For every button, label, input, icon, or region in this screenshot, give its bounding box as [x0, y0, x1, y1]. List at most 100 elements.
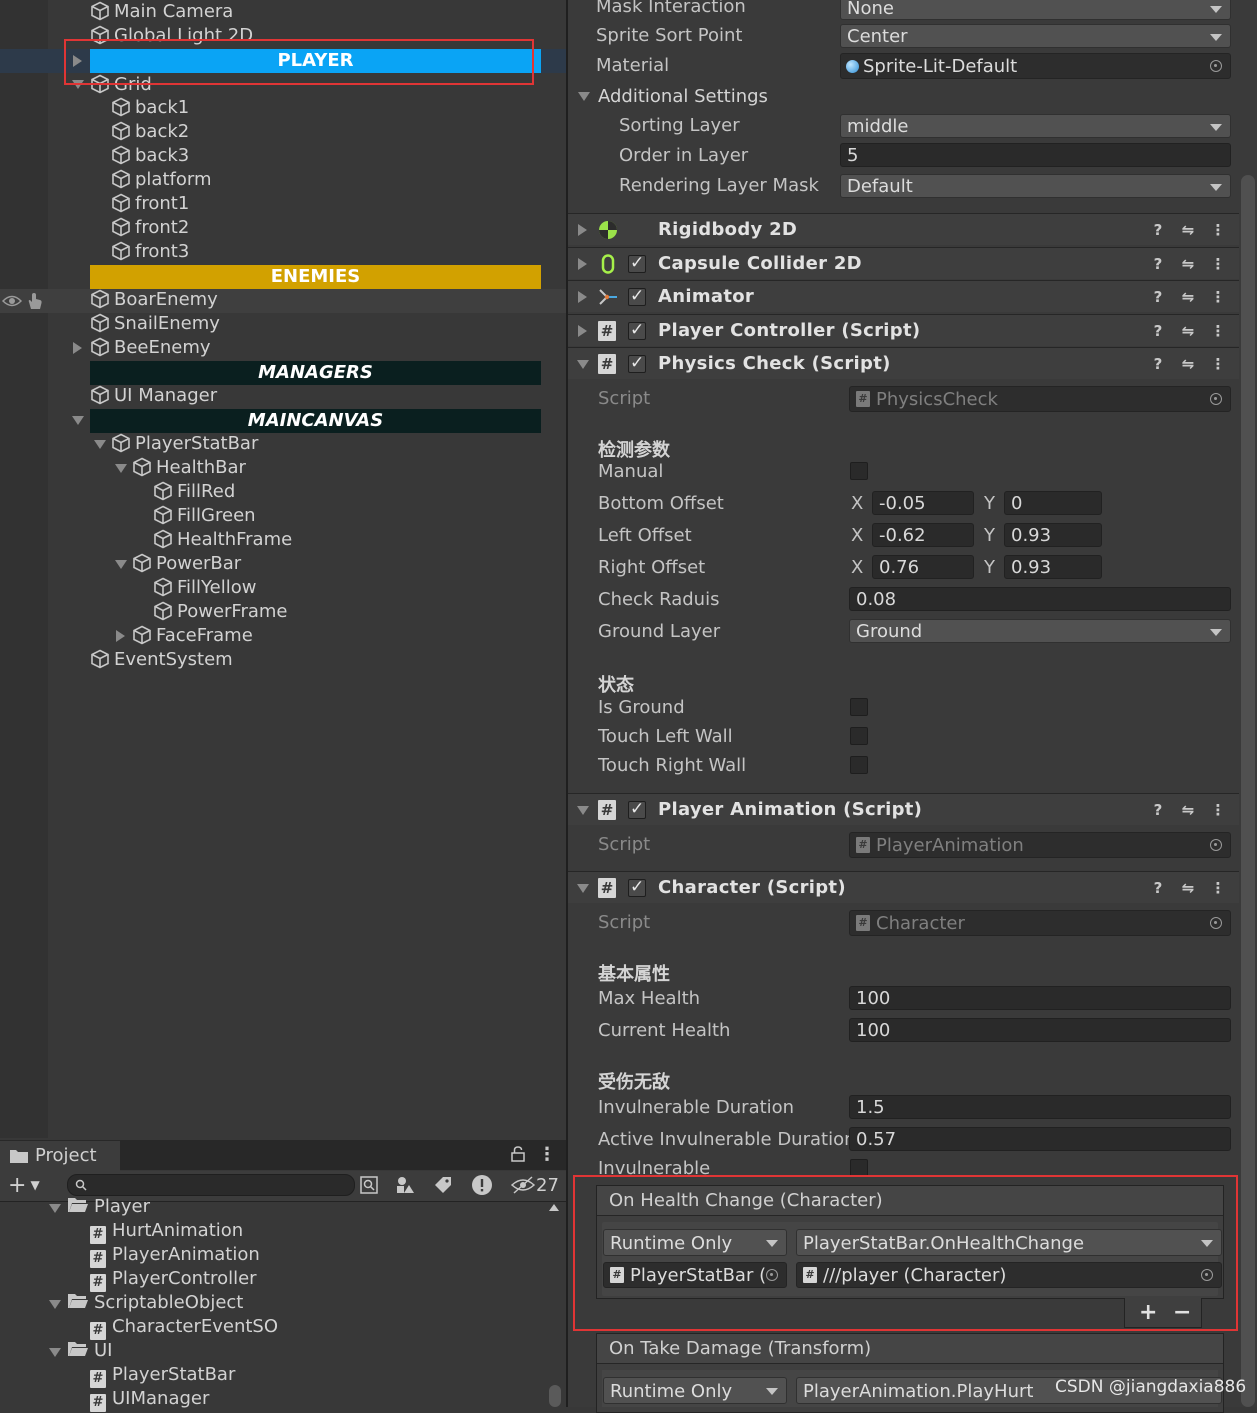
- help-icon[interactable]: ?: [1149, 320, 1167, 342]
- more-menu-icon[interactable]: ⋮: [1209, 877, 1227, 899]
- scroll-up-arrow-icon[interactable]: [549, 1204, 559, 1211]
- hierarchy-item[interactable]: PlayerStatBar: [111, 432, 258, 456]
- visibility-eye-icon[interactable]: [2, 293, 22, 309]
- hierarchy-item[interactable]: HealthBar: [132, 456, 246, 480]
- project-script[interactable]: # PlayerStatBar: [90, 1363, 235, 1388]
- hierarchy-item[interactable]: BoarEnemy: [90, 288, 218, 312]
- presets-icon[interactable]: ⇋: [1179, 799, 1197, 821]
- hierarchy-item[interactable]: UI Manager: [90, 384, 217, 408]
- project-script[interactable]: # CharacterEventSO: [90, 1315, 278, 1340]
- more-menu-icon[interactable]: ⋮: [1209, 353, 1227, 375]
- collapse-arrow-icon[interactable]: [115, 464, 127, 473]
- hierarchy-item[interactable]: back3: [111, 144, 189, 168]
- create-button[interactable]: + ▼: [8, 1172, 48, 1198]
- bottom-offset-y-input[interactable]: 0: [1004, 491, 1102, 515]
- hidden-packages-icon[interactable]: [511, 1176, 535, 1194]
- lock-icon[interactable]: [511, 1146, 525, 1162]
- expand-arrow-icon[interactable]: [578, 325, 587, 337]
- rendering-layer-mask-dropdown[interactable]: Default: [840, 174, 1231, 198]
- collapse-arrow-icon[interactable]: [49, 1300, 61, 1309]
- invulnerable-duration-input[interactable]: 1.5: [849, 1095, 1231, 1119]
- collapse-arrow-icon[interactable]: [94, 440, 106, 449]
- help-icon[interactable]: ?: [1149, 286, 1167, 308]
- hierarchy-item[interactable]: front3: [111, 240, 189, 264]
- presets-icon[interactable]: ⇋: [1179, 286, 1197, 308]
- touch-left-wall-checkbox[interactable]: [850, 727, 868, 745]
- component-header-capsule-collider[interactable]: Capsule Collider 2D ? ⇋ ⋮: [568, 247, 1239, 279]
- warning-filter-icon[interactable]: [471, 1174, 493, 1196]
- project-script[interactable]: # HurtAnimation: [90, 1219, 243, 1244]
- managers-header[interactable]: MANAGERS: [90, 361, 541, 385]
- hierarchy-item[interactable]: FillGreen: [153, 504, 256, 528]
- enable-checkbox[interactable]: [628, 353, 646, 373]
- hierarchy-item[interactable]: EventSystem: [90, 648, 233, 672]
- hierarchy-item[interactable]: back1: [111, 96, 189, 120]
- project-scrollbar-thumb[interactable]: [549, 1385, 561, 1407]
- hierarchy-item[interactable]: front1: [111, 192, 189, 216]
- more-menu-icon[interactable]: ⋮: [1209, 320, 1227, 342]
- manual-checkbox[interactable]: [850, 462, 868, 480]
- expand-arrow-icon[interactable]: [578, 258, 587, 270]
- hierarchy-item[interactable]: front2: [111, 216, 189, 240]
- help-icon[interactable]: ?: [1149, 877, 1167, 899]
- touch-right-wall-checkbox[interactable]: [850, 756, 868, 774]
- right-offset-x-input[interactable]: 0.76: [872, 555, 974, 579]
- search-input[interactable]: [67, 1174, 355, 1196]
- more-menu-icon[interactable]: ⋮: [1209, 219, 1227, 241]
- hierarchy-item[interactable]: FillRed: [153, 480, 235, 504]
- search-mode-icon[interactable]: [359, 1175, 379, 1195]
- enable-checkbox[interactable]: [628, 877, 646, 897]
- component-header-player-animation[interactable]: # Player Animation (Script) ? ⇋ ⋮: [568, 793, 1239, 825]
- left-offset-x-input[interactable]: -0.62: [872, 523, 974, 547]
- check-radius-input[interactable]: 0.08: [849, 587, 1231, 611]
- more-menu-icon[interactable]: ⋮: [538, 1144, 556, 1166]
- hierarchy-item[interactable]: PowerBar: [132, 552, 241, 576]
- hierarchy-item[interactable]: SnailEnemy: [90, 312, 220, 336]
- component-header-physics-check[interactable]: # Physics Check (Script) ? ⇋ ⋮: [568, 347, 1239, 379]
- expand-arrow-icon[interactable]: [116, 630, 125, 642]
- component-header-player-controller[interactable]: # Player Controller (Script) ? ⇋ ⋮: [568, 314, 1239, 346]
- order-in-layer-input[interactable]: 5: [840, 143, 1231, 167]
- material-field[interactable]: Sprite-Lit-Default: [840, 53, 1231, 79]
- hierarchy-item[interactable]: PowerFrame: [153, 600, 288, 624]
- project-script[interactable]: # UIManager: [90, 1387, 209, 1412]
- project-folder[interactable]: ScriptableObject: [68, 1291, 243, 1315]
- hierarchy-item[interactable]: BeeEnemy: [90, 336, 211, 360]
- hierarchy-item[interactable]: back2: [111, 120, 189, 144]
- sprite-sort-point-dropdown[interactable]: Center: [840, 24, 1231, 48]
- presets-icon[interactable]: ⇋: [1179, 353, 1197, 375]
- collapse-arrow-icon[interactable]: [577, 360, 589, 369]
- mask-interaction-dropdown[interactable]: None: [840, 0, 1231, 20]
- more-menu-icon[interactable]: ⋮: [1209, 799, 1227, 821]
- collapse-arrow-icon[interactable]: [72, 416, 84, 425]
- project-script[interactable]: # PlayerController: [90, 1267, 257, 1292]
- max-health-input[interactable]: 100: [849, 986, 1231, 1010]
- filter-by-type-icon[interactable]: [395, 1175, 415, 1195]
- collapse-arrow-icon[interactable]: [578, 92, 590, 101]
- component-header-rigidbody2d[interactable]: Rigidbody 2D ? ⇋ ⋮: [568, 213, 1239, 245]
- more-menu-icon[interactable]: ⋮: [1209, 286, 1227, 308]
- collapse-arrow-icon[interactable]: [115, 560, 127, 569]
- enable-checkbox[interactable]: [628, 320, 646, 340]
- hierarchy-item[interactable]: FillYellow: [153, 576, 256, 600]
- hierarchy-item[interactable]: HealthFrame: [153, 528, 292, 552]
- project-folder[interactable]: UI: [68, 1339, 112, 1363]
- left-offset-y-input[interactable]: 0.93: [1004, 523, 1102, 547]
- expand-arrow-icon[interactable]: [73, 342, 82, 354]
- help-icon[interactable]: ?: [1149, 353, 1167, 375]
- component-header-animator[interactable]: Animator ? ⇋ ⋮: [568, 280, 1239, 312]
- pickable-hand-icon[interactable]: [26, 292, 44, 310]
- presets-icon[interactable]: ⇋: [1179, 877, 1197, 899]
- enemies-header[interactable]: ENEMIES: [90, 265, 541, 289]
- hierarchy-item[interactable]: FaceFrame: [132, 624, 253, 648]
- enable-checkbox[interactable]: [628, 253, 646, 273]
- project-script[interactable]: # PlayerAnimation: [90, 1243, 260, 1268]
- more-menu-icon[interactable]: ⋮: [1209, 253, 1227, 275]
- project-tab[interactable]: Project: [0, 1141, 120, 1171]
- hierarchy-item[interactable]: Main Camera: [90, 0, 233, 24]
- presets-icon[interactable]: ⇋: [1179, 320, 1197, 342]
- expand-arrow-icon[interactable]: [578, 291, 587, 303]
- collapse-arrow-icon[interactable]: [577, 884, 589, 893]
- is-ground-checkbox[interactable]: [850, 698, 868, 716]
- presets-icon[interactable]: ⇋: [1179, 253, 1197, 275]
